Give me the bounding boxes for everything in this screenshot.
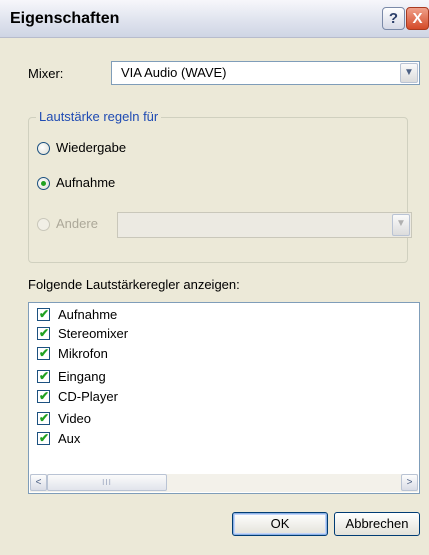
controls-label: Folgende Lautstärkeregler anzeigen:: [28, 277, 240, 292]
volume-controls-list[interactable]: ✔ Aufnahme ✔ Stereomixer ✔ Mikrofon ✔ Ei…: [28, 302, 420, 494]
horizontal-scrollbar[interactable]: < III >: [30, 474, 418, 492]
list-item-label: CD-Player: [58, 389, 118, 404]
checkmark-icon: ✔: [39, 346, 50, 360]
radio-recording-label[interactable]: Aufnahme: [56, 175, 115, 190]
mixer-label: Mixer:: [28, 66, 64, 81]
chevron-right-icon: >: [406, 477, 413, 488]
radio-playback[interactable]: [37, 142, 50, 155]
radio-recording[interactable]: [37, 177, 50, 190]
chevron-down-icon: ▼: [396, 218, 406, 229]
other-dropdown-button: ▼: [392, 214, 410, 236]
volume-control-group: [28, 117, 408, 263]
list-item-label: Eingang: [58, 369, 106, 384]
checkbox[interactable]: ✔: [37, 411, 50, 425]
scroll-left-button[interactable]: <: [30, 474, 47, 491]
chevron-down-icon: ▼: [404, 67, 414, 78]
checkmark-icon: ✔: [39, 307, 50, 321]
help-icon: ?: [388, 10, 399, 27]
properties-dialog: Eigenschaften ? X Mixer: VIA Audio (WAVE…: [0, 0, 429, 555]
scroll-right-button[interactable]: >: [401, 474, 418, 491]
ok-button[interactable]: OK: [232, 512, 328, 536]
chevron-left-icon: <: [35, 477, 42, 488]
checkmark-icon: ✔: [39, 369, 50, 383]
close-icon: X: [412, 10, 423, 27]
title-bar[interactable]: Eigenschaften ? X: [0, 0, 429, 38]
radio-other-label: Andere: [56, 216, 98, 231]
checkbox[interactable]: ✔: [37, 389, 50, 403]
list-item-label: Aufnahme: [58, 307, 118, 322]
radio-playback-label[interactable]: Wiedergabe: [56, 140, 126, 155]
mixer-dropdown-button[interactable]: ▼: [400, 63, 418, 83]
volume-group-legend: Lautstärke regeln für: [36, 109, 162, 124]
list-item-label: Aux: [58, 431, 81, 446]
checkmark-icon: ✔: [39, 411, 50, 425]
grip-icon: III: [102, 478, 112, 487]
checkbox[interactable]: ✔: [37, 369, 50, 383]
mixer-select[interactable]: VIA Audio (WAVE) ▼: [111, 61, 420, 85]
mixer-select-value: VIA Audio (WAVE): [121, 65, 227, 80]
close-button[interactable]: X: [406, 7, 429, 30]
scrollbar-thumb[interactable]: III: [47, 474, 167, 491]
list-item-label: Stereomixer: [58, 326, 129, 341]
checkmark-icon: ✔: [39, 389, 50, 403]
checkbox[interactable]: ✔: [37, 431, 50, 445]
other-select: ▼: [117, 212, 412, 238]
help-button[interactable]: ?: [382, 7, 405, 30]
radio-other: [37, 218, 50, 231]
checkbox[interactable]: ✔: [37, 326, 50, 340]
list-item-label: Video: [58, 411, 92, 426]
dialog-title: Eigenschaften: [10, 10, 120, 27]
checkbox[interactable]: ✔: [37, 307, 50, 321]
checkmark-icon: ✔: [39, 431, 50, 445]
checkmark-icon: ✔: [39, 326, 50, 340]
list-item-label: Mikrofon: [58, 346, 108, 361]
checkbox[interactable]: ✔: [37, 346, 50, 360]
cancel-button[interactable]: Abbrechen: [334, 512, 420, 536]
